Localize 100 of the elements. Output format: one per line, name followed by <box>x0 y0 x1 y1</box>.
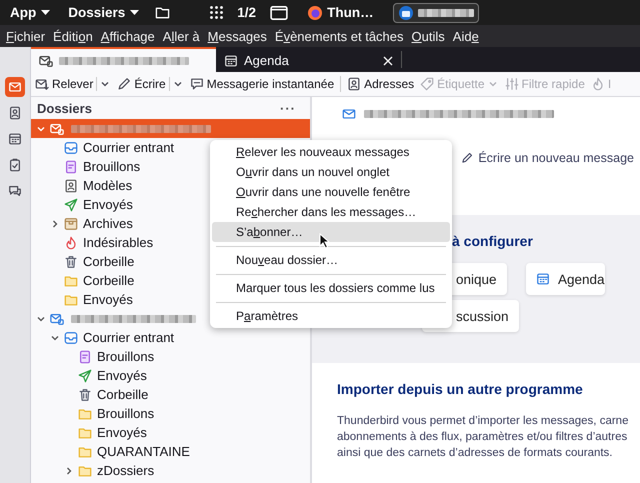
caret-icon <box>41 10 50 16</box>
paper-plane-icon <box>64 198 78 212</box>
chevron-icon[interactable] <box>64 466 74 476</box>
menu-item[interactable]: Édition <box>49 28 97 44</box>
menu-item[interactable]: Messages <box>204 28 271 44</box>
menu-item[interactable]: Aide <box>448 28 483 44</box>
mail-account-icon <box>50 122 64 136</box>
pencil-icon <box>117 77 132 91</box>
inbox-icon <box>64 330 78 344</box>
folder-name: Brouillons <box>97 406 154 421</box>
app-grid-icon[interactable] <box>210 6 224 19</box>
caret-icon[interactable] <box>172 79 183 89</box>
globe-icon <box>307 4 324 20</box>
toolbar-button[interactable]: Messagerie instantanée <box>188 76 336 92</box>
tab[interactable] <box>31 47 216 72</box>
flame-icon <box>590 77 605 91</box>
draft-icon <box>64 160 78 174</box>
folder-name: Brouillons <box>97 349 154 364</box>
folder-icon <box>155 5 170 20</box>
folder-item[interactable]: Corbeille <box>31 252 134 271</box>
envelope-icon <box>342 107 356 121</box>
folder-icon <box>78 444 92 458</box>
pane-title: Dossiers <box>37 100 92 116</box>
menu-item[interactable]: Ouvrir dans un nouvel onglet <box>212 162 450 182</box>
taskbar-label: Thun… <box>327 5 374 20</box>
folder-icon <box>78 406 92 420</box>
app-menu[interactable]: App <box>8 5 52 20</box>
folder-name: Corbeille <box>83 254 134 269</box>
menu-item[interactable]: Affichage <box>96 28 159 44</box>
folder-name: Envoyés <box>97 425 147 440</box>
folder-item[interactable]: Courrier entrant <box>31 328 174 347</box>
address-book-icon <box>8 106 22 120</box>
close-icon[interactable] <box>383 56 393 66</box>
folder-item[interactable]: Brouillons <box>31 347 154 366</box>
folder-item[interactable]: Courrier entrant <box>31 138 174 157</box>
folder-item[interactable]: Envoyés <box>31 195 133 214</box>
draft-icon <box>78 350 92 364</box>
sliders-icon <box>504 77 519 91</box>
folder-name: Courrier entrant <box>83 330 174 345</box>
pencil-icon <box>461 152 474 164</box>
folder-name: Indésirables <box>83 235 154 250</box>
folder-item[interactable]: Envoyés <box>31 423 147 442</box>
blurred-text <box>418 8 474 16</box>
menu-item[interactable]: Ouvrir dans une nouvelle fenêtre <box>212 182 450 202</box>
menu-item[interactable]: Fichier <box>2 28 50 44</box>
chevron-icon[interactable] <box>50 218 60 228</box>
compose-link[interactable]: Écrire un nouveau message <box>461 151 634 165</box>
folder-name: Envoyés <box>97 368 147 383</box>
menu-item[interactable]: Aller à <box>158 28 204 44</box>
folder-item[interactable]: Envoyés <box>31 290 133 309</box>
menu-item[interactable]: Rechercher dans les messages… <box>212 202 450 222</box>
mail-icon <box>8 80 22 94</box>
menu-item[interactable]: S’abonner… <box>212 222 450 242</box>
spaces-button[interactable] <box>5 77 25 97</box>
taskbar-button[interactable]: Thun… <box>302 2 379 22</box>
chat-bubble-icon <box>8 184 22 198</box>
folder-name: Courrier entrant <box>83 140 174 155</box>
folder-name: Brouillons <box>83 159 140 174</box>
flame-icon <box>64 236 78 250</box>
archive-box-icon <box>64 216 78 230</box>
calendar-icon <box>8 132 22 146</box>
caret-icon[interactable] <box>100 79 110 89</box>
toolbar-button[interactable]: Adresses <box>345 76 416 92</box>
menu-item[interactable]: Évènements et tâches <box>270 28 408 44</box>
clipboard-check-icon <box>8 158 22 172</box>
workspace-indicator[interactable]: 1/2 <box>237 5 256 20</box>
folder-icon <box>64 292 78 306</box>
folder-item[interactable]: Envoyés <box>31 366 147 385</box>
folder-item[interactable]: Brouillons <box>31 404 154 423</box>
more-button[interactable]: ··· <box>274 100 302 116</box>
folder-item[interactable]: Corbeille <box>31 271 134 290</box>
address-book-icon <box>347 77 362 91</box>
folder-name: Envoyés <box>83 292 133 307</box>
folder-item[interactable]: Modèles <box>31 176 132 195</box>
menu-item[interactable]: Outils <box>408 28 449 44</box>
menu-item[interactable]: Relever les nouveaux messages <box>212 142 450 162</box>
trash-icon <box>78 388 92 402</box>
folder-item[interactable]: Archives <box>31 214 133 233</box>
folder-name: Corbeille <box>97 387 148 402</box>
folder-item[interactable]: Brouillons <box>31 157 140 176</box>
mail-account-icon <box>50 312 64 326</box>
envelope-download-icon <box>35 77 49 91</box>
folder-name: QUARANTAINE <box>97 444 190 459</box>
setup-card[interactable]: Agenda <box>526 263 605 295</box>
description-text: abonnements à des flux, paramètres et/ou filtres d’autres <box>337 430 628 445</box>
section-heading: Importer depuis un autre programme <box>337 381 584 397</box>
description-text: Thunderbird vous permet d’importer les messages, carne <box>337 414 630 429</box>
folder-icon <box>64 274 78 288</box>
toolbar-button[interactable]: Écrire <box>115 76 186 92</box>
folder-item[interactable]: Corbeille <box>31 385 148 404</box>
mail-lock-icon <box>39 54 53 68</box>
folder-item[interactable]: zDossiers <box>31 461 154 480</box>
paper-plane-icon <box>78 368 92 382</box>
folder-item[interactable]: Indésirables <box>31 233 154 252</box>
description-text: ainsi que des carnets d’adresses de formats courants. <box>337 446 614 461</box>
chat-bubble-icon <box>190 77 204 91</box>
taskbar-button[interactable] <box>392 2 479 22</box>
places-menu[interactable]: Dossiers <box>66 5 142 20</box>
toolbar-button[interactable]: Relever <box>33 76 114 92</box>
folder-item[interactable]: QUARANTAINE <box>31 442 190 461</box>
